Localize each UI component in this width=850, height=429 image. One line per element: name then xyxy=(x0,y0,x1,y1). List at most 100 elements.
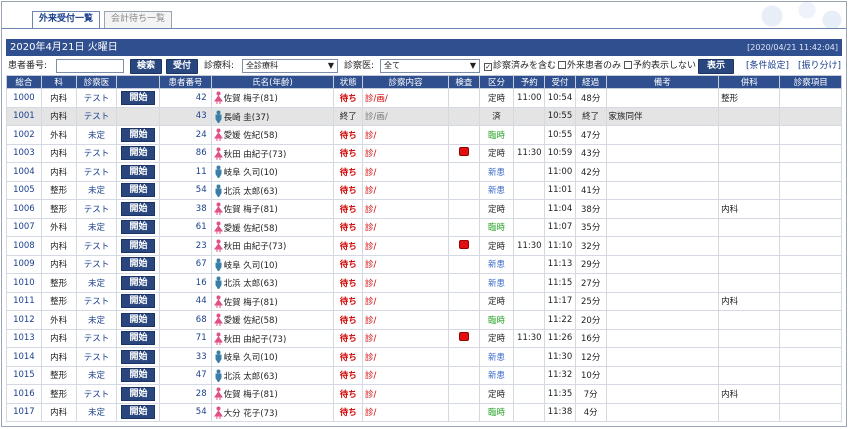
start-button[interactable]: 開始 xyxy=(121,349,156,364)
patient-number[interactable]: 44 xyxy=(159,291,212,311)
patient-number[interactable]: 24 xyxy=(159,125,212,145)
patient-name-cell[interactable]: 愛媛 佐紀(58) xyxy=(210,125,335,145)
patient-name-cell[interactable]: 長崎 圭(37) xyxy=(210,106,335,126)
reception-time: 10:54 xyxy=(544,88,576,108)
allocate-link[interactable]: [振り分け] xyxy=(798,58,841,74)
display-button[interactable]: 表示 xyxy=(698,59,734,74)
tab-billing-wait-list[interactable]: 会計待ち一覧 xyxy=(104,11,173,28)
table-row[interactable]: 1001 内科 テスト 43 長崎 圭(37) 終了 診/画/済 10:55 終了 家族同伴 xyxy=(6,106,842,126)
exam-content-cell: 診/ xyxy=(362,273,449,293)
table-row[interactable]: 1006 整形 テスト 開始 38 佐賀 梅子(81) 待ち 診/定時 11:04 38分 内科 xyxy=(6,199,842,219)
table-row[interactable]: 1013 内科 テスト 開始 71 秋田 由紀子(73) 待ち 診/定時 11:30 11:26 1… xyxy=(6,328,842,348)
start-button[interactable]: 開始 xyxy=(121,257,156,272)
start-button[interactable]: 開始 xyxy=(121,312,156,327)
table-row[interactable]: 1007 外科 未定 開始 61 愛媛 佐紀(58) 待ち 診/臨時 11:07 35分 xyxy=(6,217,842,237)
test-cell xyxy=(447,217,480,237)
patient-name-cell[interactable]: 大分 花子(73) xyxy=(210,402,335,422)
start-button[interactable]: 開始 xyxy=(121,164,156,179)
co-department-cell xyxy=(718,273,781,293)
table-row[interactable]: 1012 外科 未定 開始 68 愛媛 佐紀(58) 待ち 診/臨時 11:22 20分 xyxy=(6,310,842,330)
patient-name-cell[interactable]: 岐阜 久司(10) xyxy=(210,162,335,182)
patient-name-cell[interactable]: 佐賀 梅子(81) xyxy=(210,291,335,311)
outpatient-only-checkbox[interactable] xyxy=(558,61,566,69)
patient-name-cell[interactable]: 北浜 太郎(63) xyxy=(210,365,335,385)
patient-number[interactable]: 33 xyxy=(159,347,212,367)
patient-name-cell[interactable]: 秋田 由紀子(73) xyxy=(210,143,335,163)
patient-number[interactable]: 47 xyxy=(159,365,212,385)
patient-name: 長崎 圭(37) xyxy=(223,112,270,123)
patient-number[interactable]: 16 xyxy=(159,273,212,293)
patient-number[interactable]: 54 xyxy=(159,402,212,422)
start-button[interactable]: 開始 xyxy=(121,331,156,346)
patient-number[interactable]: 86 xyxy=(159,143,212,163)
table-row[interactable]: 1005 整形 未定 開始 54 北浜 太郎(63) 待ち 診/新患 11:01 41分 xyxy=(6,180,842,200)
start-button[interactable]: 開始 xyxy=(121,275,156,290)
table-row[interactable]: 1002 外科 未定 開始 24 愛媛 佐紀(58) 待ち 診/臨時 10:55 47分 xyxy=(6,125,842,145)
start-button[interactable]: 開始 xyxy=(121,127,156,142)
patient-name-cell[interactable]: 岐阜 久司(10) xyxy=(210,254,335,274)
patient-number[interactable]: 67 xyxy=(159,254,212,274)
start-button[interactable]: 開始 xyxy=(121,90,156,105)
table-row[interactable]: 1011 整形 テスト 開始 44 佐賀 梅子(81) 待ち 診/定時 11:17 25分 内科 xyxy=(6,291,842,311)
patient-number[interactable]: 54 xyxy=(159,180,212,200)
patient-name-cell[interactable]: 秋田 由紀子(73) xyxy=(210,236,335,256)
patient-name-cell[interactable]: 愛媛 佐紀(58) xyxy=(210,310,335,330)
table-row[interactable]: 1015 整形 未定 開始 47 北浜 太郎(63) 待ち 診/新患 11:32 10分 xyxy=(6,365,842,385)
patient-name-cell[interactable]: 北浜 太郎(63) xyxy=(210,273,335,293)
table-row[interactable]: 1003 内科 テスト 開始 86 秋田 由紀子(73) 待ち 診/定時 11:30 10:59 4… xyxy=(6,143,842,163)
table-row[interactable]: 1000 内科 テスト 開始 42 佐賀 梅子(81) 待ち 診/画/定時 11:00 10:54… xyxy=(6,88,842,108)
hide-appointments-checkbox[interactable] xyxy=(624,61,632,69)
patient-name-cell[interactable]: 岐阜 久司(10) xyxy=(210,347,335,367)
patient-number[interactable]: 11 xyxy=(159,162,212,182)
table-row[interactable]: 1017 内科 未定 開始 54 大分 花子(73) 待ち 診/臨時 11:38 4分 xyxy=(6,402,842,422)
department-cell: 内科 xyxy=(40,236,77,256)
doctor-select[interactable]: 全て ▼ xyxy=(380,59,480,73)
start-button[interactable]: 開始 xyxy=(121,201,156,216)
patient-number[interactable]: 68 xyxy=(159,310,212,330)
start-button[interactable]: 開始 xyxy=(121,386,156,401)
patient-name-cell[interactable]: 佐賀 梅子(81) xyxy=(210,384,335,404)
include-done-checkbox[interactable]: ✓ xyxy=(484,63,492,71)
table-row[interactable]: 1010 整形 未定 開始 16 北浜 太郎(63) 待ち 診/新患 11:15 27分 xyxy=(6,273,842,293)
table-row[interactable]: 1004 内科 テスト 開始 11 岐阜 久司(10) 待ち 診/新患 11:00 42分 xyxy=(6,162,842,182)
appointment-time xyxy=(513,310,546,330)
include-done-option[interactable]: ✓ 診察済みを含む xyxy=(484,58,556,74)
outpatient-only-option[interactable]: 外来患者のみ xyxy=(558,58,621,74)
patient-number[interactable]: 71 xyxy=(159,328,212,348)
start-button[interactable]: 開始 xyxy=(121,294,156,309)
dept-select[interactable]: 全診療科 ▼ xyxy=(242,59,338,73)
row-number: 1017 xyxy=(6,402,42,422)
patient-number[interactable]: 61 xyxy=(159,217,212,237)
start-button[interactable]: 開始 xyxy=(121,220,156,235)
start-button[interactable]: 開始 xyxy=(121,183,156,198)
reception-button[interactable]: 受付 xyxy=(166,59,198,74)
table-row[interactable]: 1014 内科 テスト 開始 33 岐阜 久司(10) 待ち 診/新患 11:30 12分 xyxy=(6,347,842,367)
start-button[interactable]: 開始 xyxy=(121,405,156,420)
start-button[interactable]: 開始 xyxy=(121,146,156,161)
patient-name-cell[interactable]: 秋田 由紀子(73) xyxy=(210,328,335,348)
start-button[interactable]: 開始 xyxy=(121,238,156,253)
patient-name-cell[interactable]: 愛媛 佐紀(58) xyxy=(210,217,335,237)
status-cell: 終了 xyxy=(333,106,364,126)
patient-name-cell[interactable]: 北浜 太郎(63) xyxy=(210,180,335,200)
patient-name-cell[interactable]: 佐賀 梅子(81) xyxy=(210,88,335,108)
patient-number[interactable]: 42 xyxy=(159,88,212,108)
status-cell: 待ち xyxy=(333,180,364,200)
start-button[interactable]: 開始 xyxy=(121,368,156,383)
tab-outpatient-list[interactable]: 外来受付一覧 xyxy=(32,11,101,29)
table-row[interactable]: 1016 整形 テスト 開始 28 佐賀 梅子(81) 待ち 診/定時 11:35 7分 内科 xyxy=(6,384,842,404)
search-button[interactable]: 検索 xyxy=(130,59,162,74)
patient-number[interactable]: 38 xyxy=(159,199,212,219)
doctor-cell: 未定 xyxy=(75,125,118,145)
table-row[interactable]: 1008 内科 テスト 開始 23 秋田 由紀子(73) 待ち 診/定時 11:30 11:10 3… xyxy=(6,236,842,256)
patient-number[interactable]: 23 xyxy=(159,236,212,256)
patient-no-input[interactable] xyxy=(56,59,124,73)
condition-settings-link[interactable]: [条件設定] xyxy=(746,58,789,74)
patient-number[interactable]: 28 xyxy=(159,384,212,404)
patient-number[interactable]: 43 xyxy=(159,106,212,126)
patient-name-cell[interactable]: 佐賀 梅子(81) xyxy=(210,199,335,219)
table-row[interactable]: 1009 内科 テスト 開始 67 岐阜 久司(10) 待ち 診/新患 11:13 29分 xyxy=(6,254,842,274)
hide-appointments-option[interactable]: 予約表示しない xyxy=(624,58,696,74)
start-cell xyxy=(116,106,161,126)
exam-items-cell xyxy=(779,88,842,108)
